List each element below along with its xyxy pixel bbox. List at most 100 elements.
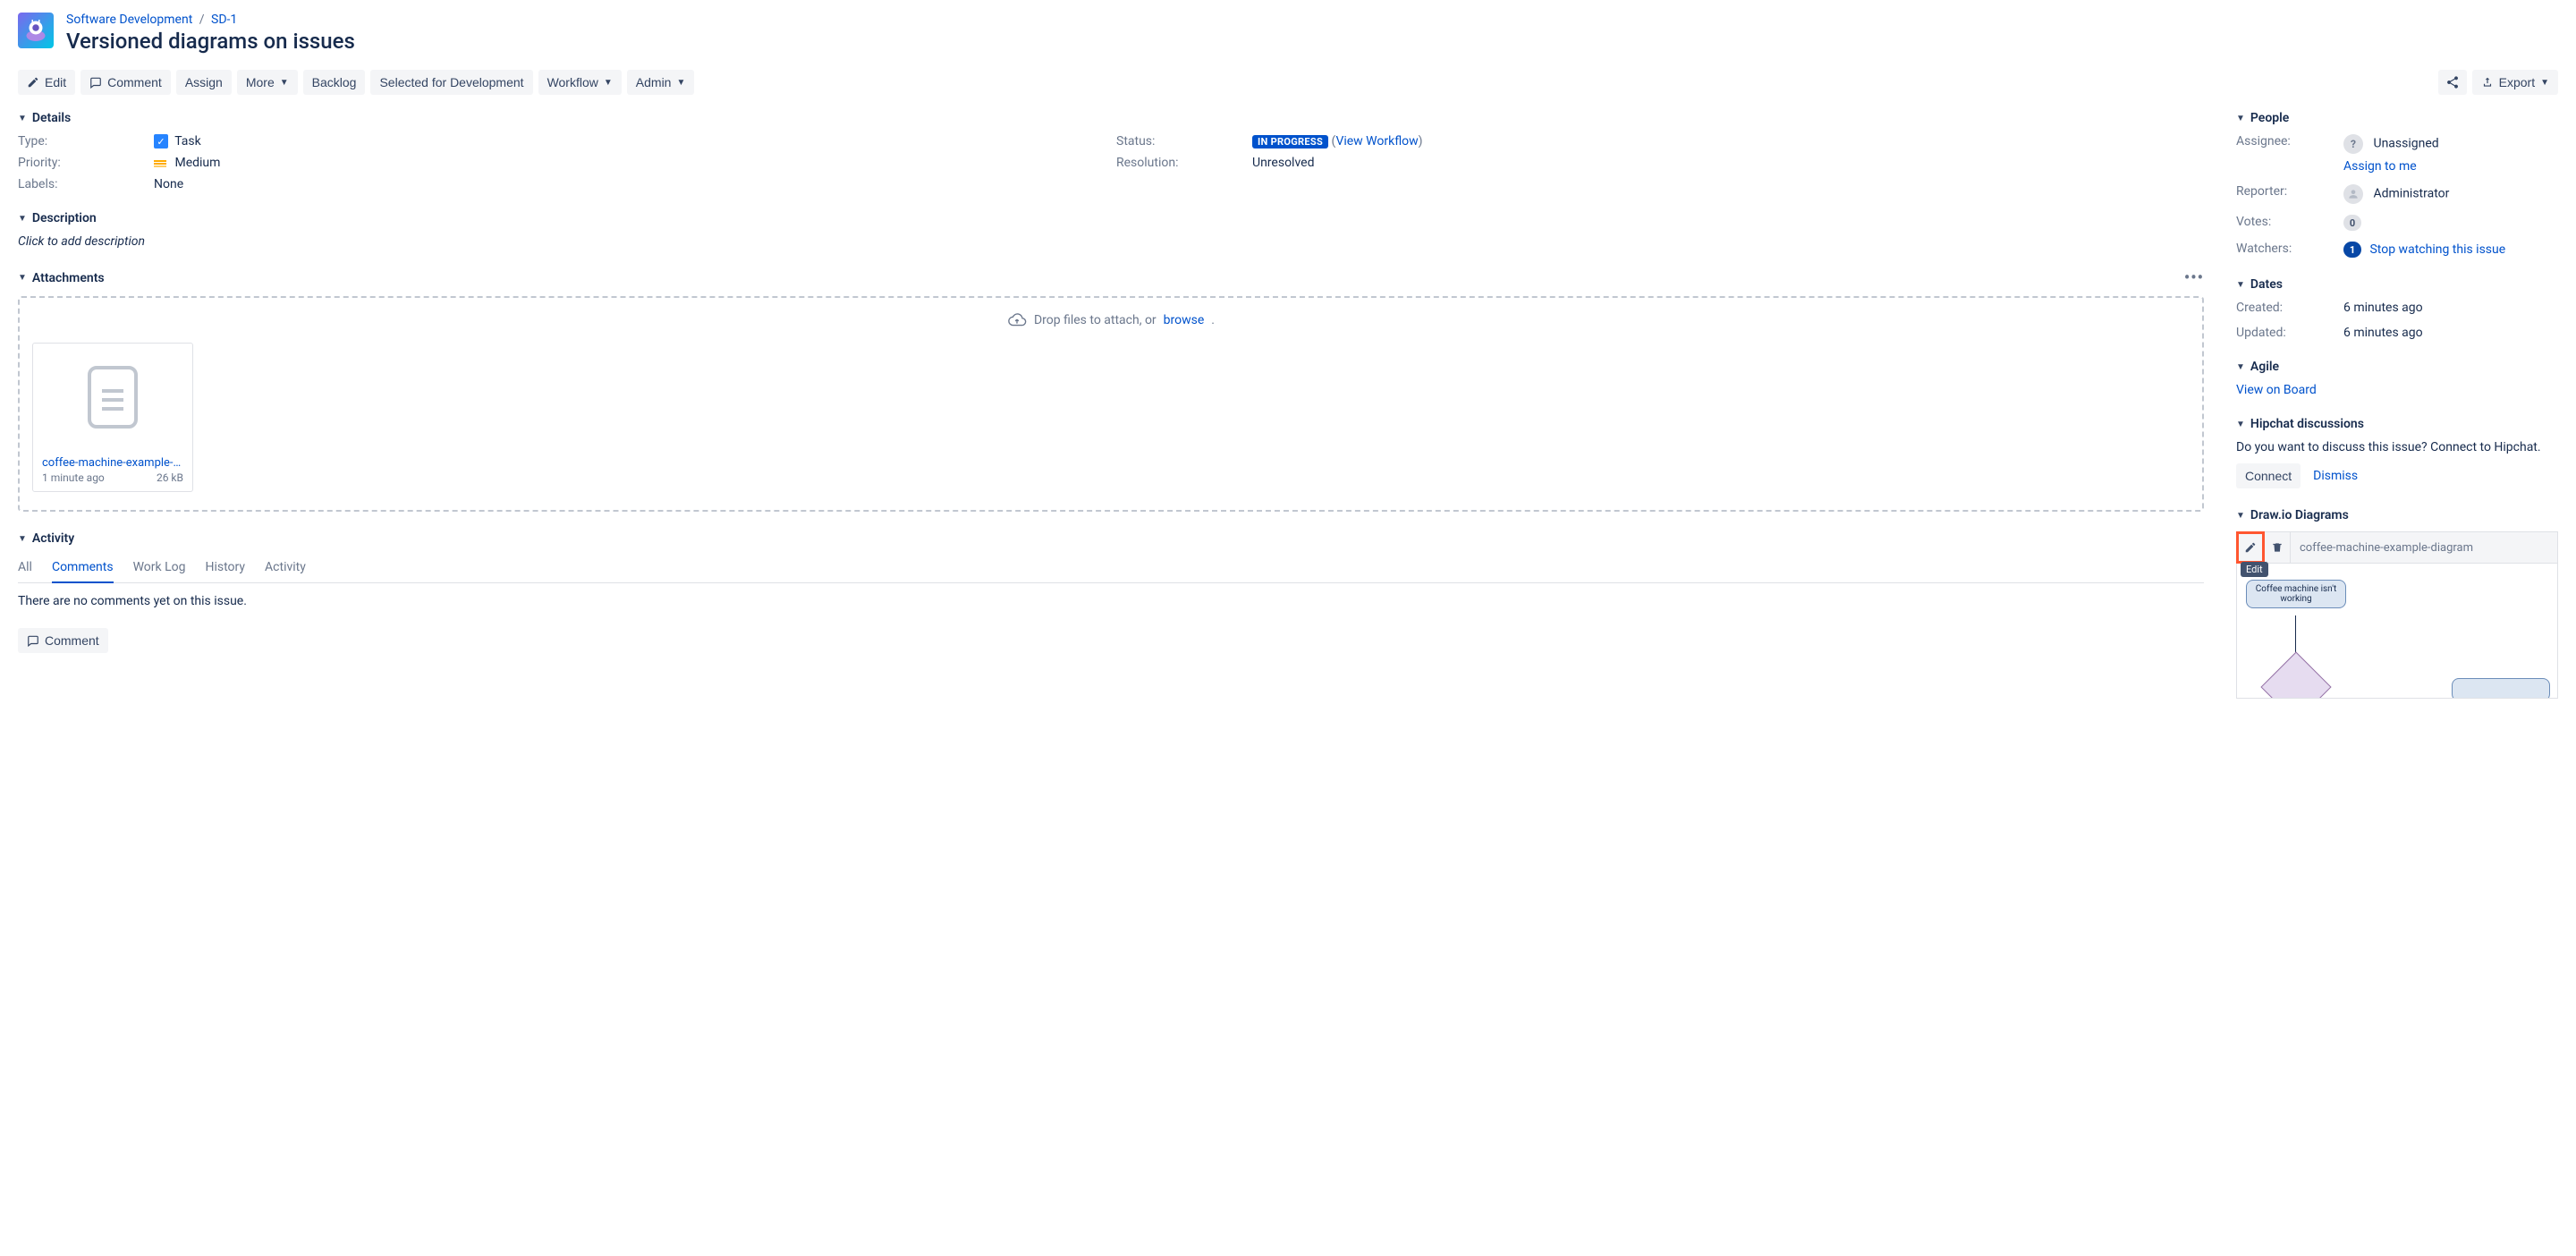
votes-label: Votes:: [2236, 215, 2343, 231]
comment-button[interactable]: Comment: [80, 70, 171, 95]
share-button[interactable]: [2438, 70, 2467, 95]
hipchat-prompt: Do you want to discuss this issue? Conne…: [2236, 440, 2558, 454]
description-placeholder[interactable]: Click to add description: [18, 234, 2204, 249]
add-comment-label: Comment: [45, 633, 99, 648]
chevron-down-icon: ▼: [604, 78, 613, 88]
attachment-name[interactable]: coffee-machine-example-diagram: [42, 456, 183, 470]
chevron-down-icon: ▼: [2540, 78, 2549, 88]
resolution-label: Resolution:: [1116, 156, 1241, 170]
people-section: ▼ People Assignee: ? Unassigned Assign t…: [2236, 111, 2558, 258]
chevron-down-icon: ▼: [2236, 511, 2245, 521]
file-icon: [88, 366, 138, 429]
attachments-dropzone[interactable]: Drop files to attach, or browse. coffee-: [18, 296, 2204, 512]
view-workflow-link[interactable]: View Workflow: [1335, 134, 1418, 149]
drawio-header[interactable]: ▼ Draw.io Diagrams: [2236, 508, 2558, 522]
dates-header[interactable]: ▼ Dates: [2236, 277, 2558, 292]
more-button-label: More: [246, 75, 275, 89]
tab-history[interactable]: History: [205, 555, 245, 582]
updated-label: Updated:: [2236, 326, 2343, 340]
selected-for-dev-button[interactable]: Selected for Development: [370, 70, 532, 95]
diagram-panel: Edit coffee-machine-example-diagram Coff…: [2236, 531, 2558, 699]
attachments-more-icon[interactable]: •••: [2184, 268, 2204, 287]
add-comment-button[interactable]: Comment: [18, 628, 108, 653]
admin-button[interactable]: Admin ▼: [627, 70, 695, 95]
drop-period: .: [1211, 313, 1215, 327]
updated-value: 6 minutes ago: [2343, 326, 2558, 340]
activity-tabs: All Comments Work Log History Activity: [18, 555, 2204, 583]
assign-to-me-link[interactable]: Assign to me: [2343, 159, 2417, 174]
priority-label: Priority:: [18, 156, 143, 170]
chevron-down-icon: ▼: [2236, 114, 2245, 123]
unassigned-icon: ?: [2343, 134, 2363, 154]
tab-worklog[interactable]: Work Log: [133, 555, 186, 582]
diagram-name: coffee-machine-example-diagram: [2291, 541, 2482, 555]
description-title: Description: [32, 211, 97, 225]
agile-title: Agile: [2250, 360, 2279, 374]
hipchat-connect-button[interactable]: Connect: [2236, 463, 2301, 488]
project-avatar: [18, 13, 54, 48]
drawio-section: ▼ Draw.io Diagrams Edit coffee-machine-e…: [2236, 508, 2558, 699]
status-badge: IN PROGRESS: [1252, 135, 1328, 149]
agile-section: ▼ Agile View on Board: [2236, 360, 2558, 397]
dropzone-hint: Drop files to attach, or browse.: [32, 310, 2190, 330]
created-label: Created:: [2236, 301, 2343, 315]
reporter-label: Reporter:: [2236, 184, 2343, 204]
export-button[interactable]: Export ▼: [2472, 70, 2558, 95]
description-header[interactable]: ▼ Description: [18, 211, 2204, 225]
more-button[interactable]: More ▼: [237, 70, 298, 95]
watchers-count: 1: [2343, 242, 2361, 258]
browse-link[interactable]: browse: [1164, 313, 1205, 327]
breadcrumb: Software Development / SD-1: [66, 13, 355, 27]
chevron-down-icon: ▼: [18, 273, 27, 283]
dates-section: ▼ Dates Created: 6 minutes ago Updated: …: [2236, 277, 2558, 340]
description-section: ▼ Description Click to add description: [18, 211, 2204, 249]
priority-text: Medium: [174, 156, 220, 170]
status-value: IN PROGRESS (View Workflow): [1252, 134, 2204, 149]
priority-medium-icon: [154, 160, 166, 167]
people-header[interactable]: ▼ People: [2236, 111, 2558, 125]
view-on-board-link[interactable]: View on Board: [2236, 383, 2317, 397]
attachments-header[interactable]: ▼ Attachments •••: [18, 268, 2204, 287]
activity-title: Activity: [32, 531, 74, 546]
workflow-button[interactable]: Workflow ▼: [538, 70, 622, 95]
agile-header[interactable]: ▼ Agile: [2236, 360, 2558, 374]
diagram-edit-button[interactable]: Edit: [2237, 532, 2264, 563]
breadcrumb-issue-key[interactable]: SD-1: [211, 13, 237, 27]
activity-header[interactable]: ▼ Activity: [18, 531, 2204, 546]
stop-watching-link[interactable]: Stop watching this issue: [2369, 242, 2505, 257]
tab-comments[interactable]: Comments: [52, 555, 114, 583]
comment-icon: [89, 76, 102, 89]
hipchat-dismiss-link[interactable]: Dismiss: [2313, 469, 2358, 483]
chevron-down-icon: ▼: [18, 214, 27, 224]
flowchart-start-node: Coffee machine isn't working: [2246, 580, 2346, 608]
tab-activity[interactable]: Activity: [265, 555, 306, 582]
attachments-title: Attachments: [32, 271, 105, 285]
tab-all[interactable]: All: [18, 555, 32, 582]
attachment-card[interactable]: coffee-machine-example-diagram 1 minute …: [32, 343, 193, 492]
assign-button[interactable]: Assign: [176, 70, 232, 95]
breadcrumb-separator: /: [199, 13, 205, 27]
type-text: Task: [174, 134, 201, 149]
people-title: People: [2250, 111, 2289, 125]
attachment-size: 26 kB: [157, 471, 183, 484]
diagram-toolbar: Edit coffee-machine-example-diagram: [2237, 532, 2557, 564]
activity-section: ▼ Activity All Comments Work Log History…: [18, 531, 2204, 608]
details-header[interactable]: ▼ Details: [18, 111, 2204, 125]
comments-empty: There are no comments yet on this issue.: [18, 594, 2204, 608]
hipchat-header[interactable]: ▼ Hipchat discussions: [2236, 417, 2558, 431]
backlog-button[interactable]: Backlog: [303, 70, 366, 95]
admin-button-label: Admin: [636, 75, 672, 89]
diagram-preview[interactable]: Coffee machine isn't working: [2237, 564, 2557, 698]
votes-count: 0: [2343, 215, 2361, 231]
export-icon: [2481, 76, 2494, 89]
attachment-thumbnail: [33, 344, 192, 451]
diagram-delete-button[interactable]: [2264, 532, 2291, 563]
breadcrumb-project[interactable]: Software Development: [66, 13, 192, 27]
edit-button-label: Edit: [45, 75, 66, 89]
project-avatar-icon: [22, 17, 49, 44]
trash-icon: [2271, 541, 2284, 554]
drawio-title: Draw.io Diagrams: [2250, 508, 2349, 522]
reporter-value: Administrator: [2373, 187, 2449, 201]
resolution-value: Unresolved: [1252, 156, 2204, 170]
edit-button[interactable]: Edit: [18, 70, 75, 95]
